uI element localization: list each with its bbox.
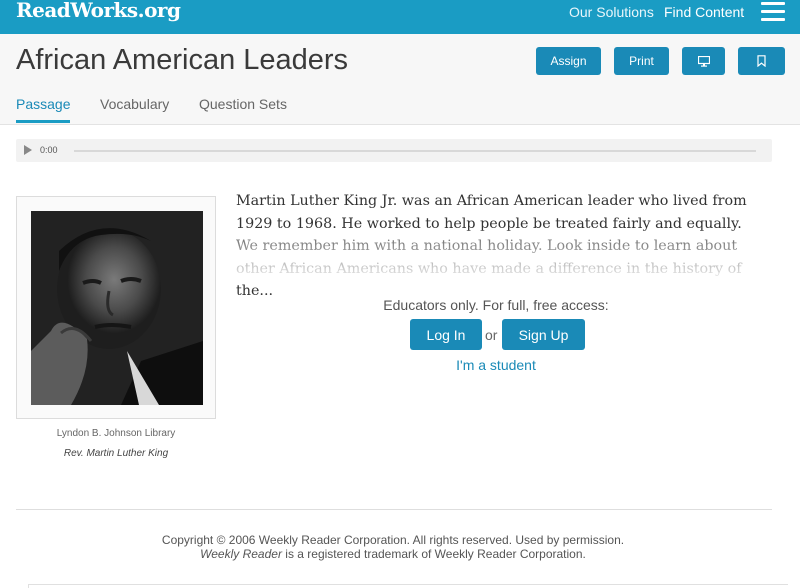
log-in-button[interactable]: Log In [410,319,482,350]
student-link[interactable]: I'm a student [236,357,756,373]
readworks-logo[interactable]: ReadWorks.org [16,0,181,22]
audio-time: 0:00 [40,145,58,155]
monitor-icon [697,55,710,67]
sign-up-button[interactable]: Sign Up [502,319,585,350]
photo-credit: Lyndon B. Johnson Library [56,428,176,439]
trademark-brand: Weekly Reader [200,547,282,561]
top-navigation-bar: ReadWorks.org Our Solutions Find Content [0,0,800,34]
trademark-text: is a registered trademark of Weekly Read… [281,547,586,561]
play-icon[interactable] [24,145,32,155]
assign-button[interactable]: Assign [536,47,601,75]
tab-passage[interactable]: Passage [16,96,71,123]
bottom-panel-edge [28,584,788,588]
or-separator: or [485,327,498,343]
bookmark-button[interactable] [738,47,785,75]
bookmark-icon [757,55,766,67]
passage-figure [16,196,216,419]
educator-access-message: Educators only. For full, free access: [383,297,609,313]
audio-player: 0:00 [16,139,772,162]
audio-progress-track[interactable] [74,150,756,152]
portrait-photo [31,211,203,405]
tab-vocabulary[interactable]: Vocabulary [100,96,169,120]
hamburger-menu-icon[interactable] [761,2,785,22]
nav-find-content[interactable]: Find Content [664,4,744,20]
present-button[interactable] [682,47,725,75]
passage-header: African American Leaders Assign Print Pa… [0,34,800,125]
copyright-notice: Copyright © 2006 Weekly Reader Corporati… [161,533,625,547]
trademark-notice: Weekly Reader is a registered trademark … [0,547,786,561]
footer-divider [16,509,772,510]
passage-fade-overlay [230,230,770,280]
tab-question-sets[interactable]: Question Sets [199,96,287,120]
print-button[interactable]: Print [614,47,669,75]
page-title: African American Leaders [16,44,349,76]
photo-caption: Rev. Martin Luther King [63,448,169,459]
nav-our-solutions[interactable]: Our Solutions [569,4,654,20]
